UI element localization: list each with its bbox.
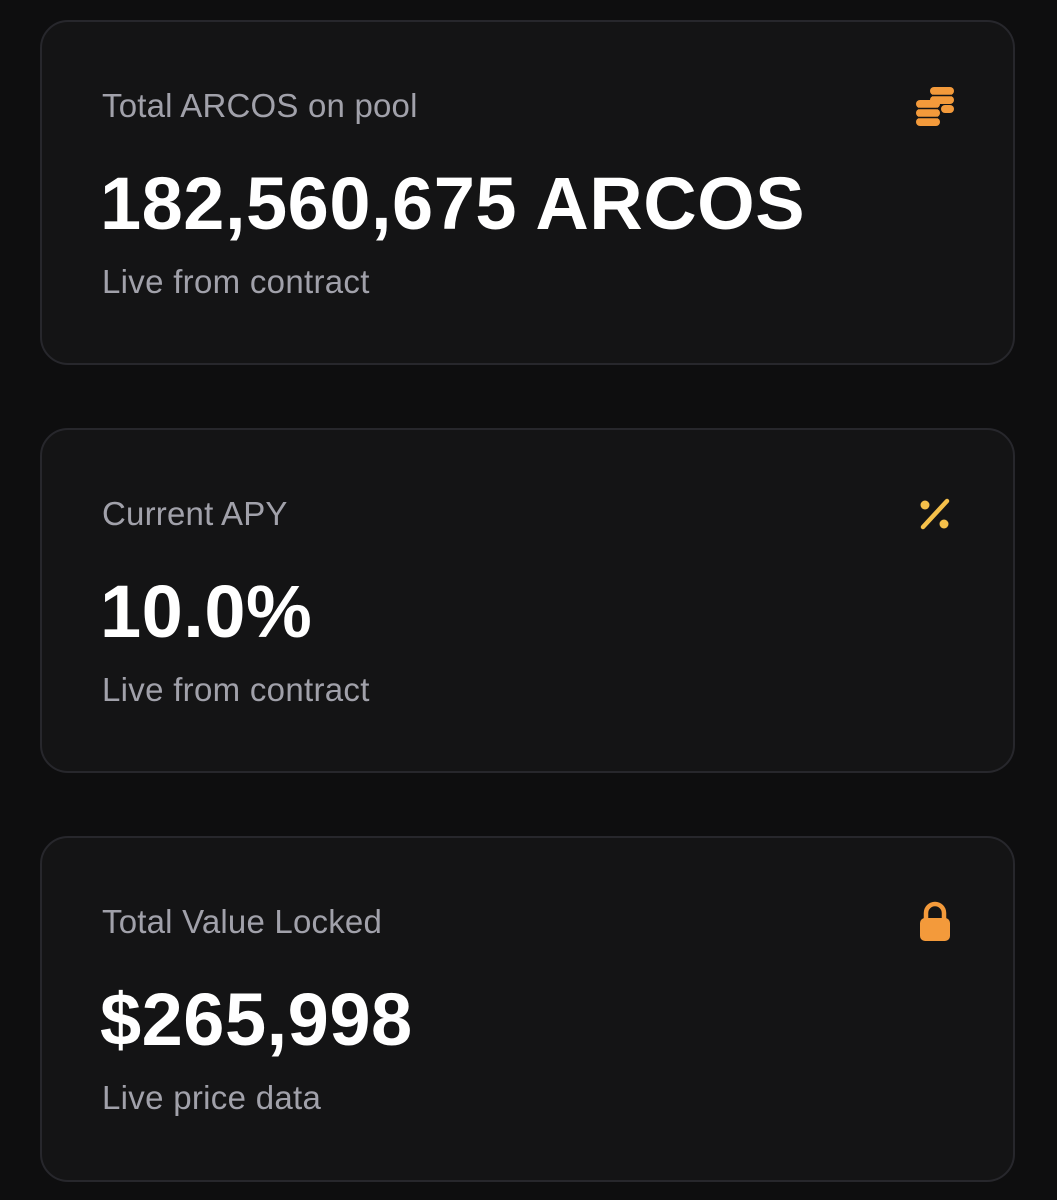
stat-caption: Live from contract (102, 263, 370, 300)
coins-icon (913, 84, 957, 128)
lock-icon (913, 900, 957, 944)
stat-label: Current APY (102, 495, 288, 532)
stat-value: 182,560,675 ARCOS (100, 162, 806, 245)
stat-card-total-pool: Total ARCOS on pool 182,560,675 ARCOS Li… (40, 20, 1015, 365)
stat-caption: Live price data (102, 1079, 322, 1116)
stat-value: $265,998 (100, 978, 413, 1061)
percent-icon (913, 492, 957, 536)
stat-label: Total Value Locked (102, 903, 383, 940)
stat-card-total-value-locked: Total Value Locked $265,998 Live price d… (40, 836, 1015, 1182)
stat-label: Total ARCOS on pool (102, 87, 418, 124)
stat-caption: Live from contract (102, 671, 370, 708)
stat-card-current-apy: Current APY 10.0% Live from contract (40, 428, 1015, 773)
stat-value: 10.0% (100, 570, 313, 653)
